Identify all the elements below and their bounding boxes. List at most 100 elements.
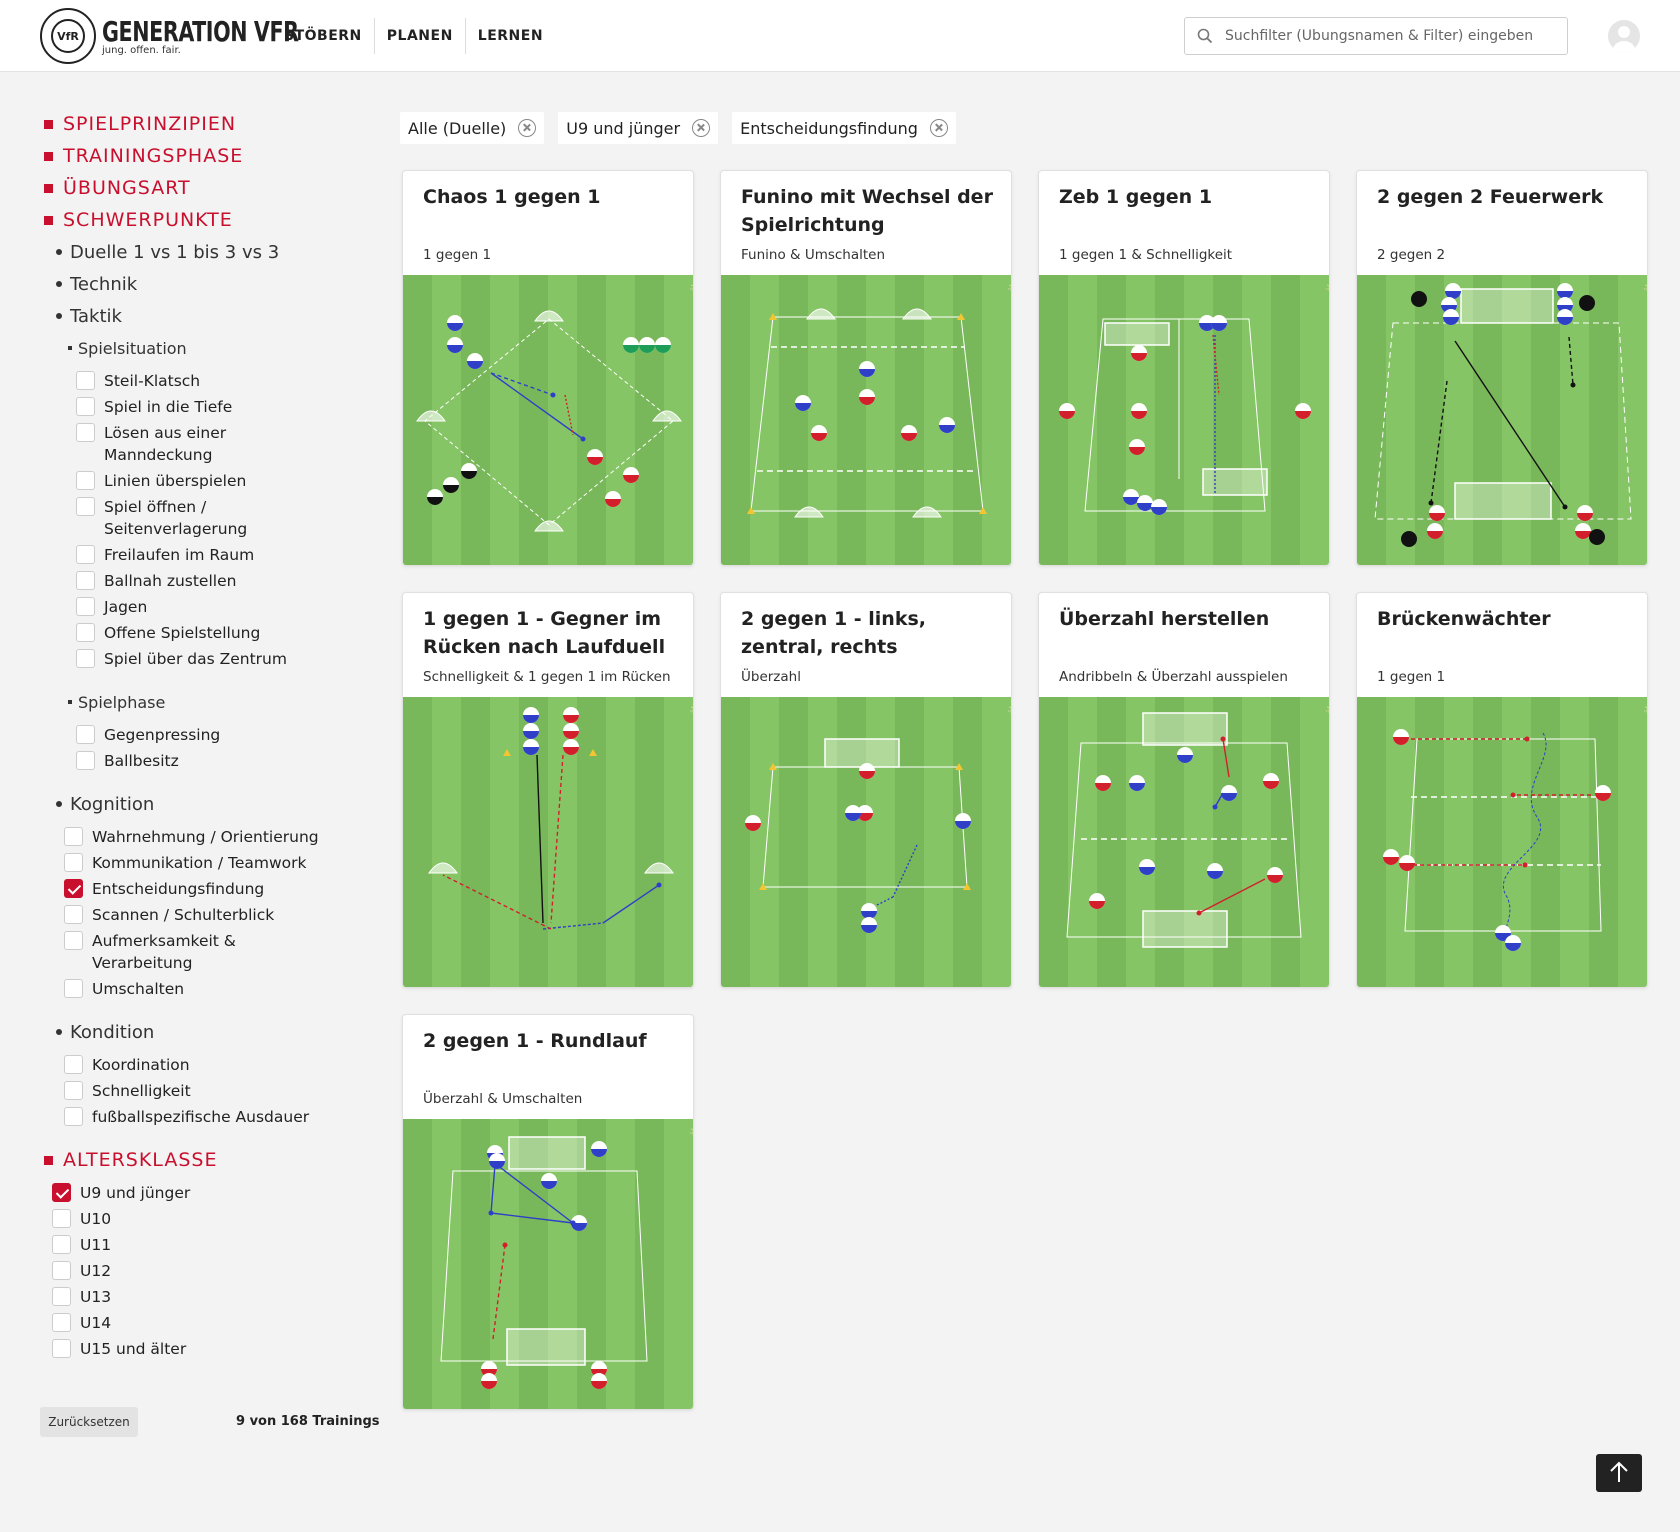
filter-checkbox-row[interactable]: fußballspezifische Ausdauer — [64, 1104, 364, 1130]
filter-checkbox-row[interactable]: Entscheidungsfindung — [64, 876, 364, 902]
checkbox[interactable] — [76, 751, 95, 770]
filter-checkbox-row[interactable]: Linien überspielen — [76, 468, 364, 494]
nav-lernen[interactable]: LERNEN — [464, 18, 555, 54]
checkbox[interactable] — [76, 471, 95, 490]
training-card[interactable]: 2 gegen 2 Feuerwerk 2 gegen 2 — [1356, 170, 1648, 566]
filter-label: Duelle 1 vs 1 bis 3 vs 3 — [70, 241, 280, 263]
checkbox[interactable] — [52, 1313, 71, 1332]
training-card[interactable]: Funino mit Wechsel der Spielrichtung Funi… — [720, 170, 1012, 566]
training-card[interactable]: Zeb 1 gegen 1 1 gegen 1 & Schnelligkeit — [1038, 170, 1330, 566]
filter-checkbox-row[interactable]: Steil-Klatsch — [76, 368, 364, 394]
filter-kognition[interactable]: Kognition — [44, 788, 364, 820]
filter-taktik[interactable]: Taktik — [44, 300, 364, 332]
checkbox[interactable] — [52, 1183, 71, 1202]
checkbox[interactable] — [64, 1081, 83, 1100]
filter-checkbox-row[interactable]: Lösen aus einer Manndeckung — [76, 420, 364, 468]
checkbox[interactable] — [64, 827, 83, 846]
filter-kondition[interactable]: Kondition — [44, 1016, 364, 1048]
filter-checkbox-row[interactable]: Scannen / Schulterblick — [64, 902, 364, 928]
checkbox[interactable] — [64, 1055, 83, 1074]
checkbox[interactable] — [76, 571, 95, 590]
remove-chip-icon[interactable] — [929, 119, 948, 137]
filter-checkbox-row[interactable]: U14 — [52, 1310, 364, 1336]
nav-planen[interactable]: PLANEN — [373, 18, 465, 54]
training-card[interactable]: Brückenwächter 1 gegen 1 — [1356, 592, 1648, 988]
training-card[interactable]: 1 gegen 1 - Gegner im Rücken nach Laufdu… — [402, 592, 694, 988]
filter-checkbox-row[interactable]: Koordination — [64, 1052, 364, 1078]
checkbox-label: Lösen aus einer Manndeckung — [104, 424, 227, 464]
remove-chip-icon[interactable] — [518, 119, 537, 137]
checkbox[interactable] — [64, 905, 83, 924]
filter-checkbox-row[interactable]: U13 — [52, 1284, 364, 1310]
checkbox[interactable] — [76, 397, 95, 416]
filter-checkbox-row[interactable]: U11 — [52, 1232, 364, 1258]
remove-chip-icon[interactable] — [692, 119, 711, 137]
filter-checkbox-row[interactable]: Ballbesitz — [76, 748, 364, 774]
checkbox[interactable] — [76, 597, 95, 616]
section-spielprinzipien[interactable]: SPIELPRINZIPIEN — [44, 108, 364, 140]
card-image — [403, 697, 693, 987]
card-subtitle: Schnelligkeit & 1 gegen 1 im Rücken — [423, 669, 671, 685]
checkbox[interactable] — [76, 497, 95, 516]
filter-checkbox-row[interactable]: U12 — [52, 1258, 364, 1284]
checkbox[interactable] — [76, 649, 95, 668]
filter-checkbox-row[interactable]: Wahrnehmung / Orientierung — [64, 824, 364, 850]
checkbox[interactable] — [64, 1107, 83, 1126]
filter-checkbox-row[interactable]: Schnelligkeit — [64, 1078, 364, 1104]
checkbox[interactable] — [52, 1209, 71, 1228]
checkbox[interactable] — [64, 853, 83, 872]
filter-checkbox-row[interactable]: Ballnah zustellen — [76, 568, 364, 594]
filter-checkbox-row[interactable]: Spiel über das Zentrum — [76, 646, 364, 672]
filter-checkbox-row[interactable]: Gegenpressing — [76, 722, 364, 748]
checkbox[interactable] — [76, 371, 95, 390]
section-schwerpunkte[interactable]: SCHWERPUNKTE — [44, 204, 364, 236]
section-trainingsphase[interactable]: TRAININGSPHASE — [44, 140, 364, 172]
nav-stoebern[interactable]: STÖBERN — [272, 18, 374, 54]
filter-duelle[interactable]: Duelle 1 vs 1 bis 3 vs 3 — [44, 236, 364, 268]
card-title: 1 gegen 1 - Gegner im Rücken nach Laufdu… — [423, 608, 666, 658]
training-card[interactable]: 2 gegen 1 - Rundlauf Überzahl & Umschalte… — [402, 1014, 694, 1410]
checkbox[interactable] — [76, 623, 95, 642]
active-filter-chips: Alle (Duelle) U9 und jünger Entscheidung… — [400, 112, 970, 144]
card-title: Chaos 1 gegen 1 — [423, 186, 601, 208]
filter-checkbox-row[interactable]: U10 — [52, 1206, 364, 1232]
scroll-to-top-button[interactable] — [1596, 1454, 1642, 1492]
checkbox-label: U11 — [80, 1236, 112, 1254]
section-altersklasse[interactable]: ALTERSKLASSE — [44, 1144, 364, 1176]
difficulty-bulb-icon — [1008, 706, 1011, 713]
checkbox[interactable] — [76, 545, 95, 564]
checkbox[interactable] — [52, 1235, 71, 1254]
difficulty-bulb-icon — [1008, 284, 1011, 291]
chip-label: U9 und jünger — [566, 118, 681, 138]
filter-label: Taktik — [70, 305, 122, 327]
filter-checkbox-row[interactable]: U15 und älter — [52, 1336, 364, 1362]
filter-checkbox-row[interactable]: Spiel öffnen / Seitenverlagerung — [76, 494, 364, 542]
section-label: ALTERSKLASSE — [63, 1149, 218, 1171]
checkbox[interactable] — [76, 423, 95, 442]
checkbox[interactable] — [52, 1339, 71, 1358]
section-uebungsart[interactable]: ÜBUNGSART — [44, 172, 364, 204]
filter-checkbox-row[interactable]: Spiel in die Tiefe — [76, 394, 364, 420]
filter-checkbox-row[interactable]: Kommunikation / Teamwork — [64, 850, 364, 876]
checkbox[interactable] — [52, 1287, 71, 1306]
filter-checkbox-row[interactable]: Offene Spielstellung — [76, 620, 364, 646]
filter-technik[interactable]: Technik — [44, 268, 364, 300]
checkbox[interactable] — [64, 931, 83, 950]
card-title: Überzahl herstellen — [1059, 608, 1270, 630]
filter-checkbox-row[interactable]: Umschalten — [64, 976, 364, 1002]
filter-checkbox-row[interactable]: U9 und jünger — [52, 1180, 364, 1206]
reset-button[interactable]: Zurücksetzen — [40, 1407, 138, 1437]
training-card[interactable]: 2 gegen 1 - links, zentral, rechts Überza… — [720, 592, 1012, 988]
filter-checkbox-row[interactable]: Aufmerksamkeit & Verarbeitung — [64, 928, 364, 976]
search-input[interactable] — [1225, 18, 1555, 54]
user-avatar-icon[interactable] — [1608, 20, 1640, 52]
training-card[interactable]: Chaos 1 gegen 1 1 gegen 1 — [402, 170, 694, 566]
checkbox[interactable] — [52, 1261, 71, 1280]
filter-checkbox-row[interactable]: Jagen — [76, 594, 364, 620]
checkbox[interactable] — [64, 979, 83, 998]
filter-checkbox-row[interactable]: Freilaufen im Raum — [76, 542, 364, 568]
checkbox[interactable] — [76, 725, 95, 744]
training-card[interactable]: Überzahl herstellen Andribbeln & Überzahl… — [1038, 592, 1330, 988]
card-subtitle: Überzahl — [741, 669, 801, 685]
checkbox[interactable] — [64, 879, 83, 898]
